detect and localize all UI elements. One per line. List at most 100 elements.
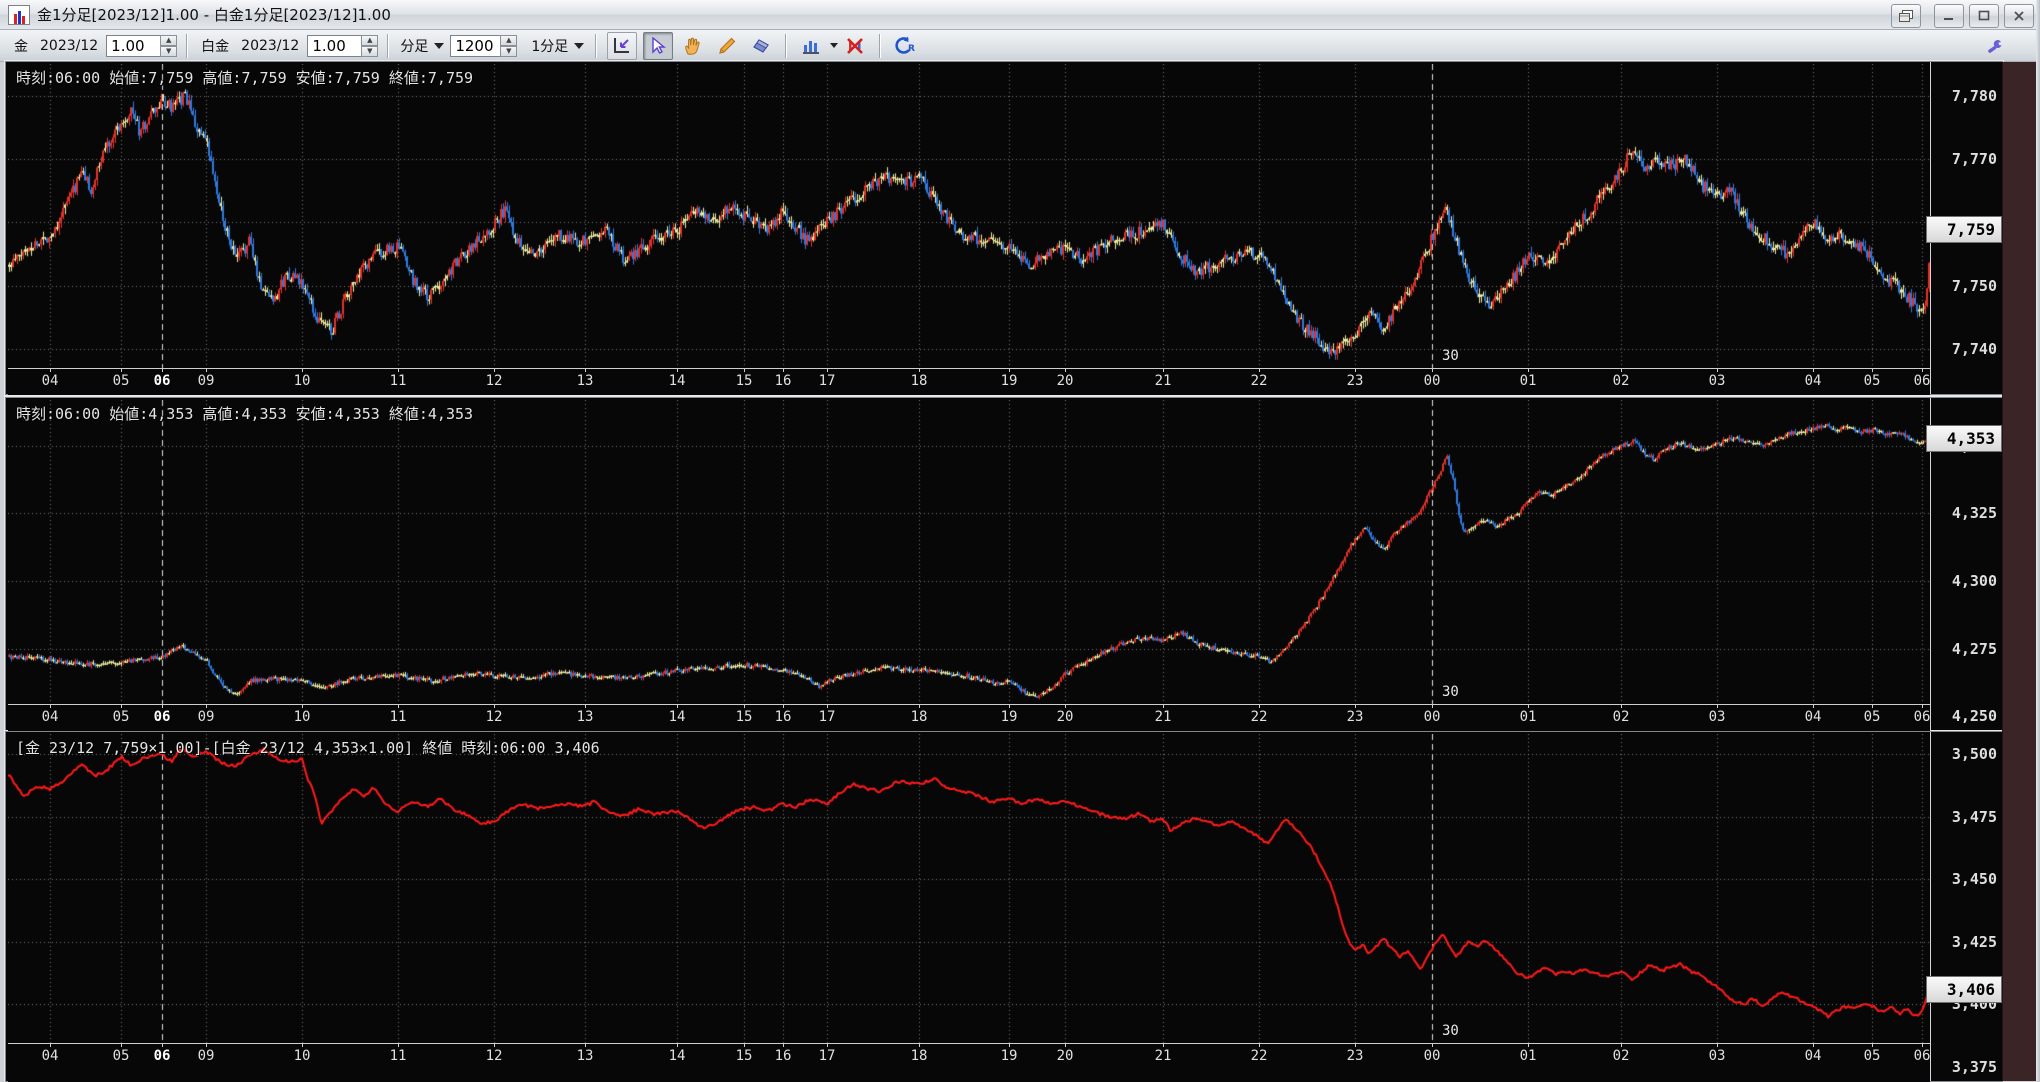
toolbar-separator <box>186 33 189 58</box>
time-tick-mark <box>1259 369 1260 372</box>
time-axis-label: 01 <box>1519 1048 1537 1064</box>
reload-cr-button[interactable]: R <box>891 33 919 59</box>
time-tick-mark <box>50 1044 51 1047</box>
platinum-current-price: 4,353 <box>1926 425 2002 452</box>
spin-up-icon[interactable]: ▲ <box>361 34 379 46</box>
price-axis-label: 3,450 <box>1951 870 1997 888</box>
price-axis-label: 4,300 <box>1951 572 1997 590</box>
cursor-tool-button[interactable] <box>643 31 674 60</box>
time-axis-label: 06 <box>153 373 171 389</box>
settings-wrench-button[interactable] <box>1981 34 2009 60</box>
time-axis-label: 23 <box>1346 373 1364 389</box>
interval-dropdown[interactable]: 1分足 <box>531 36 585 56</box>
minimize-button[interactable] <box>1934 4 1964 28</box>
spread-formula-info: [金 23/12 7,759×1.00]-[白金 23/12 4,353×1.0… <box>16 739 600 757</box>
time-tick-mark <box>1009 705 1010 708</box>
chart-type-button[interactable] <box>797 33 825 59</box>
time-tick-mark <box>121 369 122 372</box>
duplicate-window-button[interactable] <box>1891 4 1921 28</box>
pencil-draw-tool-button[interactable] <box>713 33 741 59</box>
time-axis-label: 09 <box>197 1048 215 1064</box>
gold-chart-canvas[interactable] <box>8 64 1930 368</box>
bar-type-label: 分足 <box>400 38 429 55</box>
spread-price-axis[interactable]: 3,500 3,475 3,450 3,425 3,400 3,375 <box>1930 732 2002 1081</box>
delete-chart-button[interactable] <box>841 33 869 59</box>
cursor-arrow-icon <box>652 36 667 54</box>
gold-time-axis[interactable]: 04 05 06 09 10 11 12 13 14 15 16 17 18 19 20 21 22 23 00 01… <box>8 368 1930 395</box>
time-tick-mark <box>398 369 399 372</box>
time-axis-label: 19 <box>1000 373 1018 389</box>
time-tick-mark <box>1717 369 1718 372</box>
eraser-tool-button[interactable] <box>747 33 775 59</box>
time-tick-mark <box>783 705 784 708</box>
spin-up-icon[interactable]: ▲ <box>160 34 178 46</box>
time-axis-label: 14 <box>668 1048 686 1064</box>
gold-ohlc-info: 時刻:06:00 始値:7,759 高値:7,759 安値:7,759 終値:7… <box>16 69 474 87</box>
bar-count-value[interactable]: 1200 <box>450 34 501 57</box>
gold-multiplier-value[interactable]: 1.00 <box>106 34 161 57</box>
toolbar-separator <box>879 33 882 58</box>
spread-time-axis[interactable]: 04 05 06 09 10 11 12 13 14 15 16 17 18 19 20 21 22 23 00 01… <box>8 1043 1930 1082</box>
spin-down-icon[interactable]: ▼ <box>160 45 178 57</box>
platinum-multiplier-value[interactable]: 1.00 <box>307 34 362 57</box>
time-tick-mark <box>1922 705 1923 708</box>
time-axis-label: 19 <box>1000 709 1018 725</box>
time-tick-mark <box>1009 1044 1010 1047</box>
time-tick-mark <box>827 705 828 708</box>
time-axis-label: 19 <box>1000 1048 1018 1064</box>
time-axis-label: 23 <box>1346 709 1364 725</box>
spin-down-icon[interactable]: ▼ <box>361 45 379 57</box>
time-tick-mark <box>162 369 163 372</box>
toolbar-separator <box>785 33 788 58</box>
title-bar[interactable]: 金1分足[2023/12]1.00 - 白金1分足[2023/12]1.00 <box>0 0 2040 30</box>
platinum-time-axis[interactable]: 04 05 06 09 10 11 12 13 14 15 16 17 18 19 20 21 22 23 00 01… <box>8 704 1930 731</box>
time-tick-mark <box>1813 369 1814 372</box>
time-tick-mark <box>1717 705 1718 708</box>
time-axis-label: 04 <box>41 709 59 725</box>
spread-chart-canvas[interactable] <box>8 734 1930 1043</box>
platinum-contract-month: 2023/12 <box>241 37 300 54</box>
bar-type-dropdown[interactable]: 分足 <box>400 36 445 56</box>
time-axis-label: 16 <box>774 373 792 389</box>
time-tick-mark <box>1528 1044 1529 1047</box>
maximize-button[interactable] <box>1969 4 1999 28</box>
time-tick-mark <box>585 369 586 372</box>
time-axis-label: 21 <box>1154 373 1172 389</box>
window-right-border <box>2036 0 2040 1081</box>
spin-up-icon[interactable]: ▲ <box>500 34 518 46</box>
time-tick-mark <box>1528 369 1529 372</box>
time-tick-mark <box>1355 1044 1356 1047</box>
chevron-down-icon <box>434 42 445 49</box>
time-tick-mark <box>398 1044 399 1047</box>
gold-multiplier-spinner[interactable]: 1.00 ▲ ▼ <box>106 34 178 57</box>
time-tick-mark <box>677 1044 678 1047</box>
time-axis-label: 00 <box>1423 709 1441 725</box>
platinum-multiplier-spinner[interactable]: 1.00 ▲ ▼ <box>307 34 379 57</box>
time-axis-label: 14 <box>668 373 686 389</box>
axis-pointer-tool-button[interactable] <box>607 31 638 60</box>
axis-pointer-icon <box>614 37 630 53</box>
hand-pan-icon <box>685 37 700 55</box>
time-tick-mark <box>1432 1044 1433 1047</box>
price-axis-label: 7,750 <box>1951 277 1997 295</box>
time-tick-mark <box>1065 1044 1066 1047</box>
time-axis-label: 00 <box>1423 1048 1441 1064</box>
hand-pan-tool-button[interactable] <box>679 33 707 59</box>
time-tick-mark <box>302 705 303 708</box>
close-icon <box>2014 11 2024 21</box>
time-tick-mark <box>677 369 678 372</box>
gold-contract-month: 2023/12 <box>40 37 99 54</box>
time-tick-mark <box>783 1044 784 1047</box>
spin-down-icon[interactable]: ▼ <box>500 45 518 57</box>
time-tick-mark <box>1621 1044 1622 1047</box>
svg-text:R: R <box>908 44 915 54</box>
time-tick-mark <box>1065 369 1066 372</box>
time-tick-mark <box>827 369 828 372</box>
time-tick-mark <box>162 1044 163 1047</box>
chart-type-chevron-icon[interactable] <box>830 43 839 48</box>
platinum-chart-canvas[interactable] <box>8 400 1930 704</box>
bar-count-spinner[interactable]: 1200 ▲ ▼ <box>450 34 518 57</box>
time-tick-mark <box>206 705 207 708</box>
platinum-candlestick-panel: 時刻:06:00 始値:4,353 高値:4,353 安値:4,353 終値:4… <box>6 398 2002 731</box>
close-button[interactable] <box>2004 4 2034 28</box>
